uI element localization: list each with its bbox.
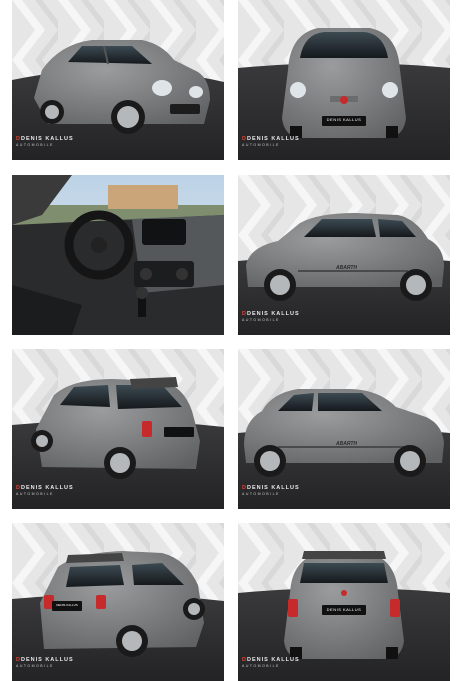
- photo-rear-three-quarter-right[interactable]: DENIS KALLUS DDENIS KALLUS AUTOMOBILE: [12, 523, 224, 681]
- door-script: ABARTH: [336, 265, 358, 271]
- dealer-watermark: DDENIS KALLUS AUTOMOBILE: [16, 485, 74, 496]
- photo-side-left[interactable]: ABARTH DDENIS KALLUS AUTOMOBILE: [238, 175, 450, 335]
- photo-front[interactable]: DDENIS KALLUS AUTOMOBILE DENIS KALLUS: [238, 0, 450, 160]
- dealer-watermark: DDENIS KALLUS AUTOMOBILE: [16, 136, 74, 147]
- photo-interior[interactable]: [12, 175, 224, 335]
- license-plate: DENIS KALLUS: [326, 117, 362, 122]
- license-plate: DENIS KALLUS: [326, 607, 362, 612]
- dealer-watermark: DDENIS KALLUS AUTOMOBILE: [242, 657, 300, 668]
- photo-side-right[interactable]: ABARTH DDENIS KALLUS AUTOMOBILE: [238, 349, 450, 509]
- dealer-watermark: DDENIS KALLUS AUTOMOBILE: [242, 485, 300, 496]
- photo-front-three-quarter[interactable]: DDENIS KALLUS AUTOMOBILE: [12, 0, 224, 160]
- license-plate: DENIS KALLUS: [56, 603, 78, 607]
- dealer-watermark: DDENIS KALLUS AUTOMOBILE: [242, 136, 300, 147]
- interior-image: [12, 175, 224, 335]
- photo-rear[interactable]: DENIS KALLUS DDENIS KALLUS AUTOMOBILE: [238, 523, 450, 681]
- door-script: ABARTH: [336, 441, 358, 447]
- dealer-watermark: DDENIS KALLUS AUTOMOBILE: [16, 657, 74, 668]
- photo-gallery: DDENIS KALLUS AUTOMOBILE DDENIS KALLUS A…: [0, 0, 456, 681]
- photo-rear-three-quarter-left[interactable]: DDENIS KALLUS AUTOMOBILE: [12, 349, 224, 509]
- dealer-watermark: DDENIS KALLUS AUTOMOBILE: [242, 311, 300, 322]
